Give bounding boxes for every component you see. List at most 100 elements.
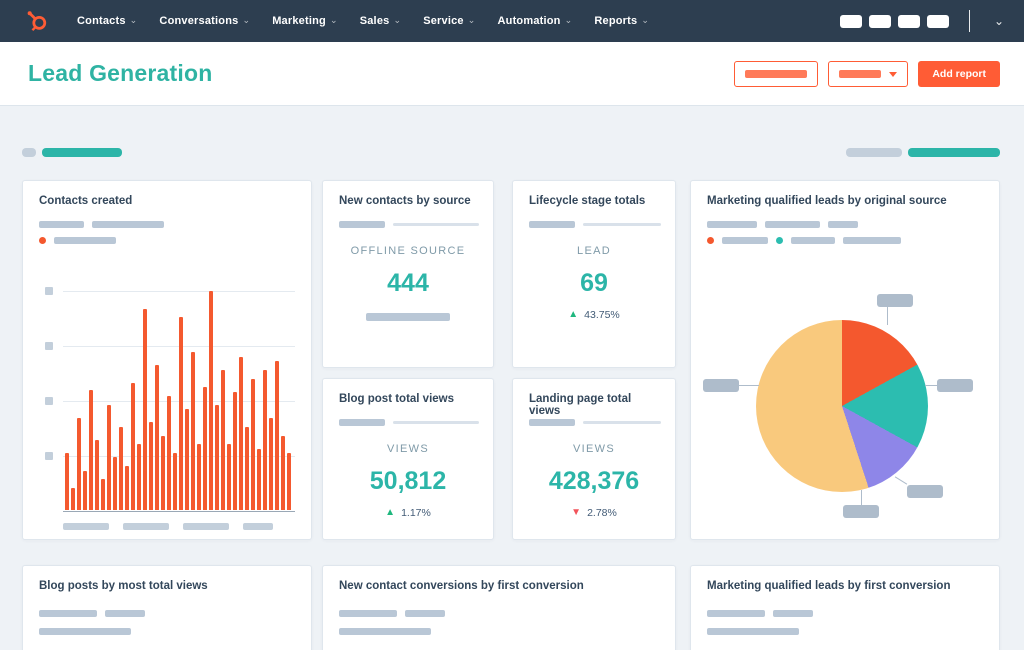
pie-callout-line: [739, 385, 759, 386]
nav-item-sales[interactable]: Sales ⌄: [351, 9, 411, 33]
nav-item-reports[interactable]: Reports ⌄: [585, 9, 658, 33]
card-mql-by-first-conversion: Marketing qualified leads by first conve…: [690, 565, 1000, 650]
filter-placeholder-row: [529, 221, 661, 228]
hubspot-logo[interactable]: [26, 10, 48, 32]
bar: [281, 435, 285, 510]
card-title: Marketing qualified leads by original so…: [707, 195, 947, 207]
chart-legend-row: [707, 221, 858, 228]
placeholder-bar: [339, 628, 431, 635]
dashboard-meta-left: [22, 148, 122, 157]
card-new-contact-conversions: New contact conversions by first convers…: [322, 565, 676, 650]
nav-item-automation[interactable]: Automation ⌄: [489, 9, 582, 33]
card-title: Marketing qualified leads by first conve…: [707, 580, 951, 592]
legend-dot-icon: [776, 237, 783, 244]
nav-tool-button-4[interactable]: [926, 14, 949, 28]
bar: [215, 404, 219, 510]
meta-pill-teal[interactable]: [908, 148, 1000, 157]
legend-placeholder: [722, 237, 768, 244]
bar: [203, 387, 207, 510]
x-axis-placeholder: [183, 523, 229, 530]
card-title: Contacts created: [39, 195, 133, 207]
card-new-contacts-by-source: New contacts by source OFFLINE SOURCE 44…: [322, 180, 494, 368]
card-title: New contacts by source: [339, 195, 471, 207]
pie-label-placeholder: [703, 379, 739, 392]
card-contacts-created: Contacts created: [22, 180, 312, 540]
metric-label: OFFLINE SOURCE: [350, 245, 466, 257]
account-chevron-down-icon[interactable]: ⌄: [990, 10, 1008, 32]
placeholder-bar: [773, 610, 813, 617]
card-blog-posts-most-views: Blog posts by most total views: [22, 565, 312, 650]
card-lifecycle-stage-totals: Lifecycle stage totals LEAD 69 ▲ 43.75%: [512, 180, 676, 368]
placeholder-bar: [529, 419, 575, 426]
nav-tool-button-2[interactable]: [868, 14, 891, 28]
chevron-down-icon: ⌄: [393, 14, 402, 25]
dashboard-filter-dropdown[interactable]: [828, 61, 909, 87]
delta-value: 2.78%: [587, 507, 617, 519]
triangle-down-icon: ▼: [571, 507, 582, 518]
chevron-down-icon: ⌄: [242, 14, 251, 25]
nav-item-conversations[interactable]: Conversations ⌄: [150, 9, 259, 33]
placeholder-bar: [105, 610, 145, 617]
nav-tool-button-3[interactable]: [897, 14, 920, 28]
pie-label-placeholder: [937, 379, 973, 392]
legend-dot-icon: [707, 237, 714, 244]
bar: [251, 378, 255, 510]
card-title: Blog post total views: [339, 393, 455, 405]
bar: [179, 317, 183, 510]
bar: [125, 466, 129, 510]
add-report-button[interactable]: Add report: [918, 61, 1000, 87]
filter-placeholder-row: [339, 419, 479, 426]
bar: [221, 369, 225, 510]
delta-value: 1.17%: [401, 507, 431, 519]
legend-placeholder: [39, 221, 84, 228]
bar: [197, 444, 201, 510]
chart-legend-row: [39, 221, 164, 228]
metric-delta: ▲ 1.17%: [323, 507, 493, 519]
nav-right-tools: ⌄: [839, 0, 1008, 42]
hubspot-sprocket-icon: [27, 11, 47, 32]
chevron-down-icon: ⌄: [641, 14, 650, 25]
legend-placeholder: [791, 237, 835, 244]
chevron-down-icon: ⌄: [129, 14, 138, 25]
placeholder-bar: [405, 610, 445, 617]
triangle-up-icon: ▲: [385, 507, 396, 518]
bar: [131, 382, 135, 510]
bar: [149, 422, 153, 510]
meta-pill-gray: [846, 148, 902, 157]
nav-item-label: Conversations: [159, 15, 239, 27]
placeholder-bar: [39, 610, 97, 617]
nav-tool-button-1[interactable]: [839, 14, 862, 28]
bar: [107, 404, 111, 510]
chart-legend-row: [39, 237, 116, 244]
legend-placeholder: [843, 237, 901, 244]
bar: [155, 365, 159, 510]
x-axis-placeholder: [123, 523, 169, 530]
nav-item-marketing[interactable]: Marketing ⌄: [263, 9, 347, 33]
placeholder-row: [39, 610, 145, 617]
dashboard-filter-1[interactable]: [734, 61, 819, 87]
triangle-up-icon: ▲: [568, 309, 579, 320]
placeholder-bar: [39, 628, 131, 635]
top-navbar: Contacts ⌄ Conversations ⌄ Marketing ⌄ Sales ⌄ S…: [0, 0, 1024, 42]
pie-label-placeholder: [843, 505, 879, 518]
bar: [119, 426, 123, 510]
filter-placeholder-bar: [745, 70, 808, 78]
placeholder-row: [707, 628, 799, 635]
pie-label-placeholder: [877, 294, 913, 307]
nav-item-service[interactable]: Service ⌄: [414, 9, 484, 33]
bar: [287, 453, 291, 510]
y-axis-placeholder: [45, 287, 53, 295]
placeholder-bar: [339, 221, 385, 228]
placeholder-bar: [366, 313, 450, 321]
meta-pill-teal[interactable]: [42, 148, 122, 157]
bar: [269, 418, 273, 510]
page-title: Lead Generation: [28, 60, 213, 86]
nav-item-contacts[interactable]: Contacts ⌄: [68, 9, 146, 33]
placeholder-line: [583, 223, 661, 226]
filter-placeholder-row: [339, 221, 479, 228]
bar: [263, 369, 267, 510]
bar: [95, 439, 99, 510]
bar: [257, 448, 261, 510]
card-title: Landing page total views: [529, 393, 632, 417]
placeholder-row: [39, 628, 131, 635]
